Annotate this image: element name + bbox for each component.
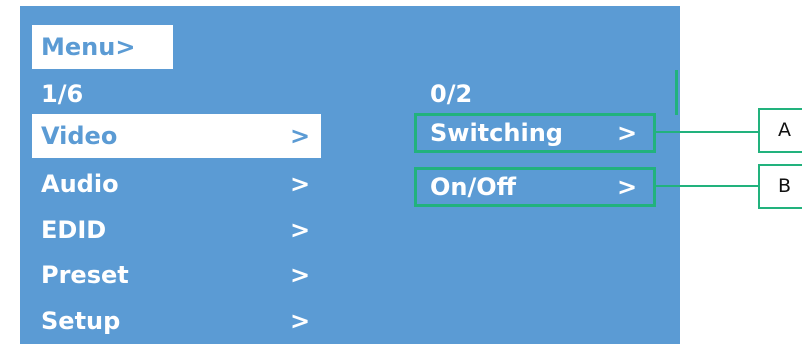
menu-item-label: EDID — [41, 216, 107, 244]
menu-item-setup[interactable]: Setup > — [32, 299, 321, 343]
callout-connector-a — [656, 131, 758, 133]
submenu-item-switching[interactable]: Switching > — [414, 113, 656, 153]
menu-title: Menu> — [32, 25, 173, 69]
menu-item-label: Preset — [41, 261, 129, 289]
submenu-item-on-off[interactable]: On/Off > — [414, 167, 656, 207]
chevron-right-icon: > — [290, 216, 311, 244]
menu-item-preset[interactable]: Preset > — [32, 253, 321, 297]
callout-label-b: B — [758, 164, 802, 209]
menu-item-label: Video — [41, 122, 118, 150]
chevron-right-icon: > — [617, 119, 638, 147]
chevron-right-icon: > — [290, 122, 311, 150]
chevron-right-icon: > — [617, 173, 638, 201]
menu-item-video[interactable]: Video > — [32, 114, 321, 158]
callout-connector-b — [656, 185, 758, 187]
submenu-page-counter: 0/2 — [430, 80, 473, 108]
callout-label-a: A — [758, 108, 802, 153]
menu-page-counter: 1/6 — [41, 80, 84, 108]
chevron-right-icon: > — [290, 307, 311, 335]
menu-item-label: Audio — [41, 170, 119, 198]
menu-item-audio[interactable]: Audio > — [32, 162, 321, 206]
chevron-right-icon: > — [290, 261, 311, 289]
submenu-item-label: On/Off — [430, 173, 517, 201]
menu-item-label: Setup — [41, 307, 121, 335]
submenu-item-label: Switching — [430, 119, 563, 147]
menu-item-edid[interactable]: EDID > — [32, 208, 321, 252]
screen-edge-marker — [675, 70, 678, 115]
chevron-right-icon: > — [290, 170, 311, 198]
